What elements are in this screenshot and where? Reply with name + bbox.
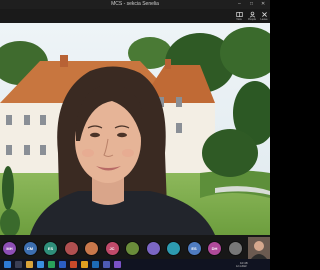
view-button[interactable]: View xyxy=(233,11,245,21)
close-icon xyxy=(261,12,267,17)
self-view-thumbnail[interactable] xyxy=(248,237,270,259)
participant-avatar[interactable] xyxy=(64,242,78,255)
clock-date: 12.4.2022 xyxy=(236,265,247,268)
outlook-icon[interactable] xyxy=(92,261,99,268)
close-window-button[interactable]: ✕ xyxy=(261,1,265,8)
app-icon[interactable] xyxy=(81,261,88,268)
leave-button[interactable]: Leave xyxy=(258,11,270,21)
participant-avatar[interactable]: ES xyxy=(44,242,57,255)
self-view-image xyxy=(248,237,270,259)
meeting-app-icon[interactable] xyxy=(114,261,121,268)
participant-avatar[interactable]: ES xyxy=(187,242,201,255)
powerpoint-icon[interactable] xyxy=(70,261,77,268)
participant-avatar[interactable]: CM xyxy=(23,242,37,255)
participant-avatar[interactable] xyxy=(146,242,160,255)
speaker-video xyxy=(0,23,270,235)
participant-avatar[interactable]: JC xyxy=(105,242,119,255)
minimize-button[interactable]: – xyxy=(238,1,241,8)
folder-icon[interactable] xyxy=(26,261,33,268)
meeting-toolbar: View People Leave xyxy=(0,9,270,23)
maximize-button[interactable]: □ xyxy=(250,1,253,8)
start-icon[interactable] xyxy=(4,261,11,268)
participant-avatar[interactable] xyxy=(228,242,242,255)
teams-icon[interactable] xyxy=(103,261,110,268)
video-feed xyxy=(0,23,270,235)
os-taskbar: 10:48 12.4.2022 xyxy=(0,259,270,270)
people-button[interactable]: People xyxy=(246,11,258,21)
window-title: MCS - sekcia Senelia xyxy=(111,1,159,7)
leave-label: Leave xyxy=(260,18,268,21)
people-icon xyxy=(249,11,255,18)
participant-avatar[interactable]: MH xyxy=(3,242,16,255)
participant-avatar[interactable] xyxy=(167,242,180,255)
word-icon[interactable] xyxy=(59,261,66,268)
excel-icon[interactable] xyxy=(48,261,55,268)
view-icon xyxy=(235,12,243,17)
people-label: People xyxy=(247,18,257,21)
view-label: View xyxy=(236,18,242,21)
window-title-bar: MCS - sekcia Senelia – □ ✕ xyxy=(0,0,270,9)
participant-avatar[interactable] xyxy=(126,242,139,255)
participant-avatar[interactable] xyxy=(85,242,98,255)
participant-avatar[interactable]: DH xyxy=(208,242,221,255)
edge-icon[interactable] xyxy=(37,261,44,268)
search-icon[interactable] xyxy=(15,261,22,268)
